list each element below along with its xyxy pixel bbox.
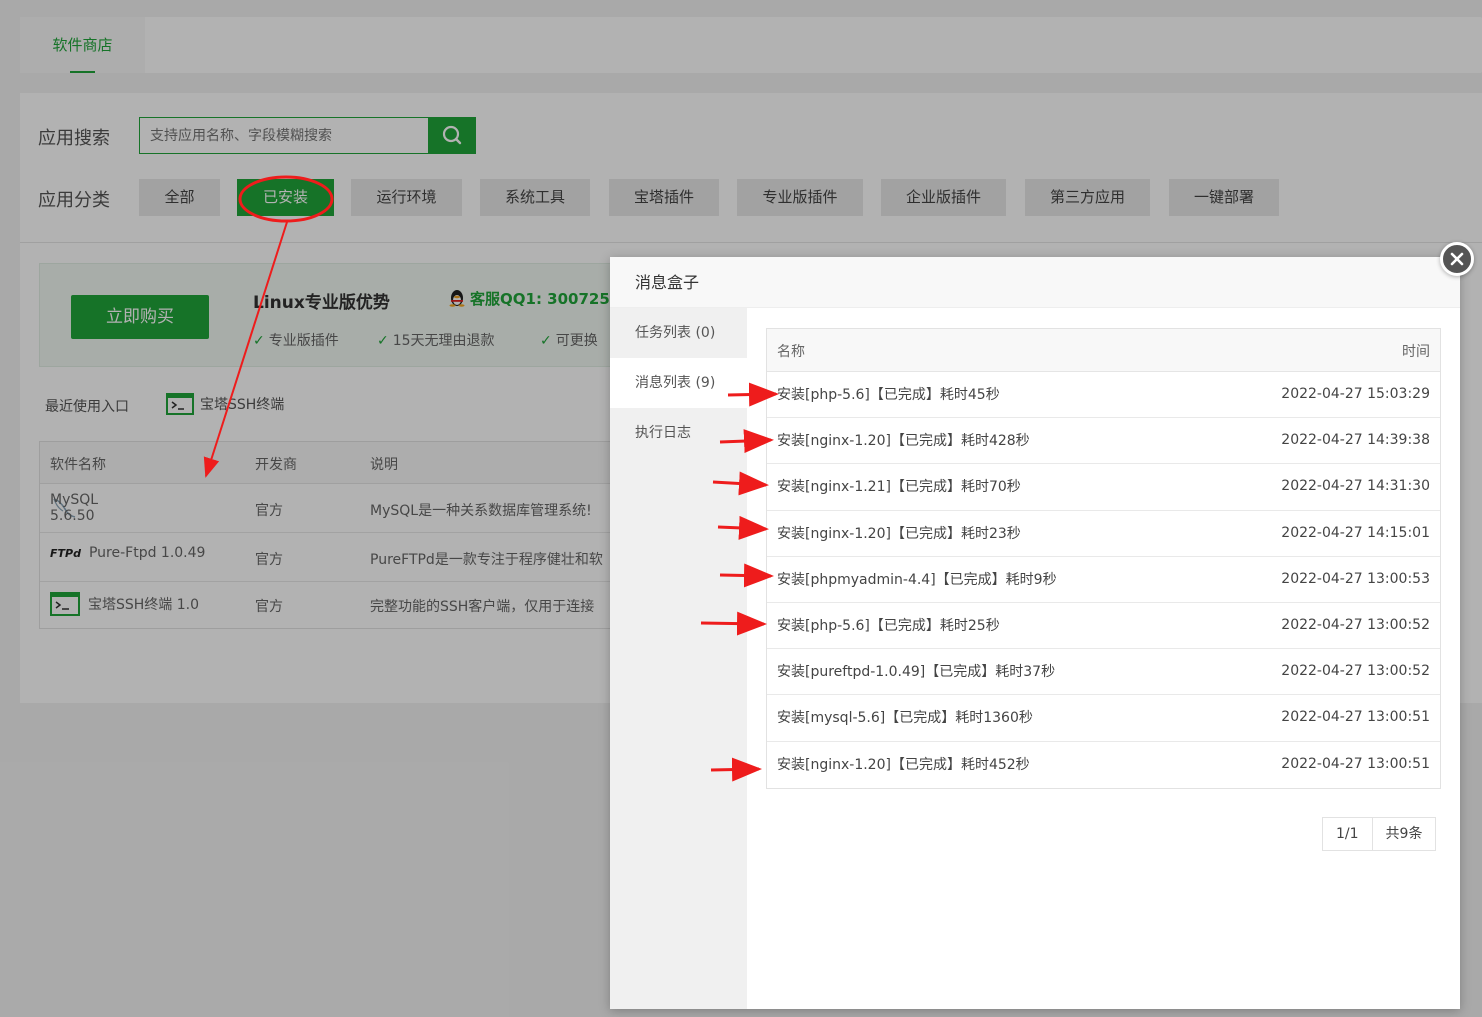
modal-sidebar: 任务列表 (0) 消息列表 (9) 执行日志 xyxy=(610,308,747,1009)
message-table-header: 名称 时间 xyxy=(767,329,1440,372)
message-row[interactable]: 安装[php-5.6]【已完成】耗时45秒 2022-04-27 15:03:29 xyxy=(767,372,1440,419)
message-name: 安装[php-5.6]【已完成】耗时25秒 xyxy=(777,617,1000,634)
close-icon xyxy=(1450,252,1464,266)
message-row[interactable]: 安装[pureftpd-1.0.49]【已完成】耗时37秒 2022-04-27 … xyxy=(767,649,1440,696)
message-time: 2022-04-27 13:00:51 xyxy=(1281,755,1430,772)
message-row[interactable]: 安装[nginx-1.20]【已完成】耗时452秒 2022-04-27 13:0… xyxy=(767,742,1440,788)
message-name: 安装[nginx-1.21]【已完成】耗时70秒 xyxy=(777,479,1021,496)
message-row[interactable]: 安装[mysql-5.6]【已完成】耗时1360秒 2022-04-27 13:0… xyxy=(767,695,1440,742)
message-name: 安装[nginx-1.20]【已完成】耗时23秒 xyxy=(777,525,1021,542)
modal-close-button[interactable] xyxy=(1440,242,1474,276)
message-name: 安装[pureftpd-1.0.49]【已完成】耗时37秒 xyxy=(777,664,1056,681)
sidebar-item-message-list[interactable]: 消息列表 (9) xyxy=(610,358,747,408)
message-time: 2022-04-27 13:00:51 xyxy=(1281,709,1430,726)
pagination: 1/1 共9条 xyxy=(1322,817,1437,851)
message-name: 安装[phpmyadmin-4.4]【已完成】耗时9秒 xyxy=(777,571,1057,588)
message-time: 2022-04-27 15:03:29 xyxy=(1281,386,1430,402)
message-row[interactable]: 安装[nginx-1.20]【已完成】耗时428秒 2022-04-27 14:3… xyxy=(767,418,1440,465)
message-name: 安装[php-5.6]【已完成】耗时45秒 xyxy=(777,387,1000,403)
message-row[interactable]: 安装[nginx-1.20]【已完成】耗时23秒 2022-04-27 14:15… xyxy=(767,511,1440,557)
sidebar-item-exec-log[interactable]: 执行日志 xyxy=(610,408,747,458)
message-time: 2022-04-27 14:15:01 xyxy=(1281,524,1430,541)
message-row[interactable]: 安装[nginx-1.21]【已完成】耗时70秒 2022-04-27 14:31… xyxy=(767,464,1440,511)
message-time: 2022-04-27 13:00:53 xyxy=(1281,570,1430,587)
col-header-name: 名称 xyxy=(777,344,805,360)
sidebar-item-task-list[interactable]: 任务列表 (0) xyxy=(610,308,747,358)
modal-title: 消息盒子 xyxy=(610,257,1460,308)
message-row[interactable]: 安装[php-5.6]【已完成】耗时25秒 2022-04-27 13:00:52 xyxy=(767,603,1440,650)
message-time: 2022-04-27 13:00:52 xyxy=(1281,663,1430,680)
message-time: 2022-04-27 14:31:30 xyxy=(1281,478,1430,495)
message-time: 2022-04-27 14:39:38 xyxy=(1281,432,1430,449)
message-row[interactable]: 安装[phpmyadmin-4.4]【已完成】耗时9秒 2022-04-27 13… xyxy=(767,557,1440,603)
pager-page[interactable]: 1/1 xyxy=(1323,818,1373,850)
pager-total: 共9条 xyxy=(1385,826,1423,842)
message-name: 安装[mysql-5.6]【已完成】耗时1360秒 xyxy=(777,710,1033,727)
message-name: 安装[nginx-1.20]【已完成】耗时452秒 xyxy=(777,756,1030,773)
message-name: 安装[nginx-1.20]【已完成】耗时428秒 xyxy=(777,433,1030,450)
col-header-time: 时间 xyxy=(1402,344,1430,360)
message-table: 名称 时间 安装[php-5.6]【已完成】耗时45秒 2022-04-27 15… xyxy=(766,328,1441,789)
message-time: 2022-04-27 13:00:52 xyxy=(1281,616,1430,633)
message-box-modal: 消息盒子 任务列表 (0) 消息列表 (9) 执行日志 名称 时间 安装[php… xyxy=(610,257,1460,1009)
